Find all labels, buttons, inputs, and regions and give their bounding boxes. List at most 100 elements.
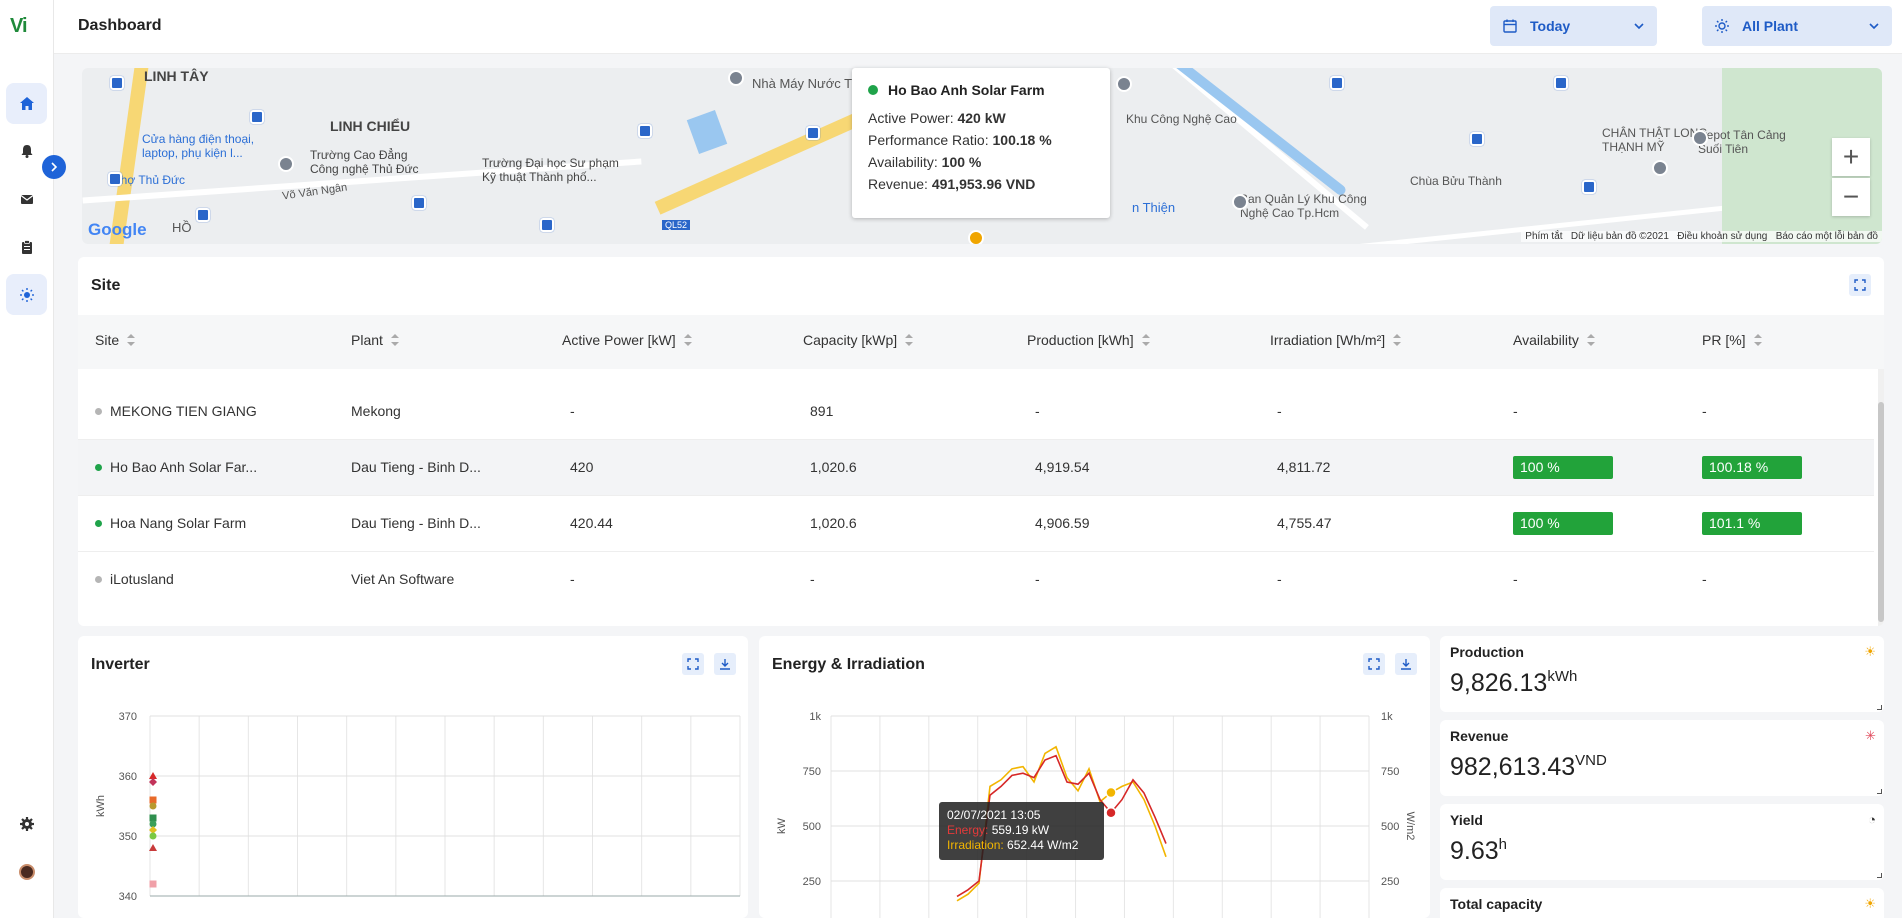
place-pin-icon [1232,194,1248,210]
col-irradiation[interactable]: Irradiation [Wh/m²] [1270,332,1402,348]
energy-chart[interactable]: 1k 1k 750 750 500 500 250 250 kW W/m2 [759,636,1430,918]
tooltip-label: Energy: [947,823,989,837]
col-production[interactable]: Production [kWh] [1027,332,1150,348]
kpi-yield[interactable]: Yield 9.63h ◔ [1440,804,1884,880]
sort-icon [683,334,692,346]
site-panel-title: Site [91,277,121,294]
map-label: Chợ Thủ Đức [112,173,186,187]
map-zoom-in-button[interactable]: + [1832,138,1870,176]
mail-icon [20,194,33,204]
map-terms-link[interactable]: Điều khoản sử dụng [1677,231,1767,242]
kpi-revenue[interactable]: Revenue 982,613.43VND ✳ [1440,720,1884,796]
cell-plant: Mekong [351,403,401,419]
sort-icon [1141,334,1150,346]
bus-stop-icon [110,76,124,90]
site-expand-button[interactable] [1849,274,1871,296]
col-active-power[interactable]: Active Power [kW] [562,332,692,348]
map-report-link[interactable]: Báo cáo một lỗi bản đồ [1776,231,1878,242]
data-point [149,814,157,822]
solar-plant-marker-icon[interactable] [968,230,984,244]
site-name: Ho Bao Anh Solar Far... [110,459,258,475]
chevron-down-icon [1869,23,1879,30]
map-label: Trường Cao Đẳng Công nghệ Thủ Đức [310,148,419,176]
map-tooltip-title-row: Ho Bao Anh Solar Farm [868,82,1094,98]
bus-stop-icon [412,196,426,210]
cell-active-power: - [570,403,575,419]
home-icon [19,96,34,110]
cell-active-power: - [570,571,575,587]
table-row[interactable]: Ho Bao Anh Solar Far... Dau Tieng - Binh… [78,440,1874,496]
corner-icon [1877,873,1882,878]
energy-chart-tooltip: 02/07/2021 13:05 Energy: 559.19 kW Irrad… [939,802,1104,860]
tooltip-value: 491,953.96 VND [931,176,1036,192]
availability-badge: 100 % [1513,456,1613,479]
user-avatar[interactable] [6,851,47,892]
col-pr[interactable]: PR [%] [1702,332,1762,348]
sort-icon [127,334,136,346]
sort-icon [905,334,914,346]
table-row[interactable]: Hoa Nang Solar Farm Dau Tieng - Binh D..… [78,496,1874,552]
map-label: Khu Công Nghệ Cao [1126,112,1237,126]
site-panel: Site Site Plant Active Power [kW] Capaci… [78,257,1884,626]
map-shortcuts-link[interactable]: Phím tắt [1525,231,1562,242]
data-point [149,802,157,810]
bus-stop-icon [108,172,122,186]
cell-production: - [1035,571,1040,587]
column-label: Production [kWh] [1027,332,1134,348]
cell-capacity: 1,020.6 [810,459,857,475]
column-label: Plant [351,332,383,348]
site-name: Hoa Nang Solar Farm [110,515,247,531]
cell-irradiation: 4,755.47 [1277,515,1332,531]
sun-outline-icon [1715,19,1729,33]
nav-messages[interactable] [6,178,47,219]
table-row[interactable]: MEKONG TIEN GIANG Mekong - 891 - - - - [78,384,1874,440]
col-availability[interactable]: Availability [1513,332,1595,348]
cell-pr: - [1702,403,1707,419]
map-data-credit: Dữ liệu bản đồ ©2021 [1570,231,1669,242]
plant-filter-dropdown[interactable]: All Plant [1702,6,1892,46]
kpi-total-capacity[interactable]: Total capacity ☀ [1440,888,1884,918]
map-river [1136,68,1348,197]
data-point [149,880,157,888]
date-filter-label: Today [1530,18,1571,34]
map-zoom-out-button[interactable]: − [1832,178,1870,216]
col-plant[interactable]: Plant [351,332,399,348]
tooltip-label: Irradiation: [947,838,1004,852]
cell-plant: Viet An Software [351,571,455,587]
kpi-label: Yield [1450,812,1483,828]
kpi-label: Production [1450,644,1524,660]
kpi-unit: VND [1575,752,1607,769]
map-label: LINH CHIỂU [330,118,411,134]
column-label: Capacity [kWp] [803,332,898,348]
nav-reports[interactable] [6,226,47,267]
nav-home[interactable] [6,83,47,124]
y-tick-label: 370 [119,711,137,723]
app-logo[interactable]: Vi [10,15,28,38]
nav-settings[interactable] [6,803,47,844]
sort-icon [1586,334,1595,346]
map-tooltip-availability: Availability: 100 % [868,154,1094,170]
energy-panel: Energy & Irradiation 1k 1k 750 750 500 500 250… [759,636,1430,918]
tooltip-energy-row: Energy: 559.19 kW [947,823,1096,838]
pr-badge: 100.18 % [1702,456,1802,479]
sidebar-expand-button[interactable] [42,155,66,179]
place-pin-icon [1116,76,1132,92]
sun-icon: ☀ [1864,644,1876,659]
map-label: HỒ [172,220,192,235]
date-filter-dropdown[interactable]: Today [1490,6,1657,46]
inverter-chart[interactable]: 370 360 350 340 kWh [78,636,748,918]
table-scrollbar-thumb[interactable] [1878,402,1884,622]
col-capacity[interactable]: Capacity [kWp] [803,332,914,348]
status-dot [95,407,102,415]
map-label: Depot Tân Cảng Suối Tiên [1698,128,1786,156]
col-site[interactable]: Site [95,332,136,348]
cell-capacity: - [810,571,815,587]
nav-notifications[interactable] [6,130,47,171]
kpi-production[interactable]: Production 9,826.13kWh ☀ [1440,636,1884,712]
map-label: LINH TÂY [144,68,209,84]
table-row[interactable]: iLotusland Viet An Software - - - - - - [78,552,1874,608]
gear-icon [19,816,34,831]
nav-solar[interactable] [6,274,47,315]
cell-active-power: 420.44 [570,515,613,531]
map-label: Cửa hàng điện thoại, laptop, phụ kiện l.… [142,132,255,160]
